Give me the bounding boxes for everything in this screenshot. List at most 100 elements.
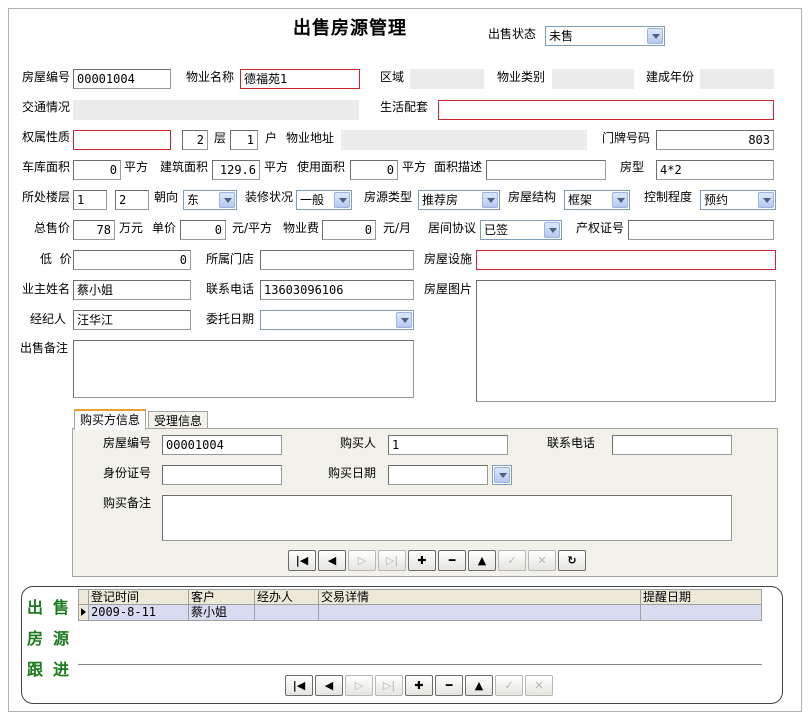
buyer-navigator: |◀ ◀ ▷ ▷| ✚ ━ ▲ ✓ ✕ ↻ (288, 550, 588, 571)
source-type-select[interactable]: 推荐房 (418, 190, 500, 210)
first-icon[interactable]: |◀ (285, 675, 313, 696)
build-year-field[interactable] (700, 69, 774, 89)
agency-select[interactable]: 已签 (480, 220, 562, 240)
house-no-field[interactable]: 00001004 (73, 69, 171, 89)
use-area-field[interactable]: 0 (350, 160, 398, 180)
layout-field[interactable]: 4*2 (656, 160, 774, 180)
delete-icon[interactable]: ━ (438, 550, 466, 571)
property-type-label: 物业类别 (497, 70, 545, 84)
structure-select[interactable]: 框架 (564, 190, 630, 210)
grid-col-handler[interactable]: 经办人 (255, 590, 319, 605)
phone-label: 联系电话 (206, 282, 254, 296)
followup-title-char: 售 (53, 594, 69, 618)
orient-select[interactable]: 东 (183, 190, 237, 210)
last-icon: ▷| (375, 675, 403, 696)
control-value: 预约 (704, 193, 728, 207)
floor-a-field[interactable]: 1 (73, 190, 107, 210)
status-select[interactable]: 未售 (545, 26, 665, 46)
life-facility-field[interactable] (438, 100, 774, 120)
status-label: 出售状态 (488, 27, 536, 41)
build-area-label: 建筑面积 (160, 160, 208, 174)
source-type-value: 推荐房 (422, 193, 458, 207)
ownership-field[interactable] (73, 130, 171, 150)
buy-date-picker[interactable] (492, 465, 512, 485)
table-row-detail[interactable] (319, 605, 641, 620)
cancel-icon: ✕ (525, 675, 553, 696)
owner-field[interactable]: 蔡小姐 (73, 280, 191, 300)
table-row-handler[interactable] (255, 605, 319, 620)
decor-label: 装修状况 (245, 190, 293, 204)
buyer-remark-box[interactable] (162, 495, 732, 541)
property-name-field[interactable]: 德福苑1 (240, 69, 360, 89)
phone-field[interactable]: 13603096106 (260, 280, 414, 300)
traffic-field[interactable] (73, 100, 359, 120)
chevron-down-icon (612, 192, 628, 208)
structure-label: 房屋结构 (508, 190, 556, 204)
store-field[interactable] (260, 250, 414, 270)
house-no-label: 房屋编号 (22, 70, 70, 84)
table-row-client[interactable]: 蔡小姐 (189, 605, 255, 620)
cert-label: 产权证号 (576, 221, 624, 235)
buyer-remark-label: 购买备注 (103, 496, 151, 510)
add-icon[interactable]: ✚ (405, 675, 433, 696)
chevron-down-icon (334, 192, 350, 208)
door-no-field[interactable]: 803 (656, 130, 774, 150)
facility-field[interactable] (476, 250, 776, 270)
chevron-down-icon (647, 28, 663, 44)
add-icon[interactable]: ✚ (408, 550, 436, 571)
tab-accept-info[interactable]: 受理信息 (148, 411, 208, 429)
floor-b-field[interactable]: 2 (115, 190, 149, 210)
unit-price-field[interactable]: 0 (180, 220, 226, 240)
control-select[interactable]: 预约 (700, 190, 776, 210)
buyer-phone-field[interactable] (612, 435, 732, 455)
buyer-id-field[interactable] (162, 465, 282, 485)
prev-icon[interactable]: ◀ (315, 675, 343, 696)
agent-field[interactable]: 汪华江 (73, 310, 191, 330)
garage-area-field[interactable]: 0 (73, 160, 121, 180)
table-row-date[interactable]: 2009-8-11 (89, 605, 189, 620)
grid-col-client[interactable]: 客户 (189, 590, 255, 605)
unit-price-label: 单价 (152, 221, 176, 235)
entrust-date-picker[interactable] (260, 310, 414, 330)
address-field[interactable] (341, 130, 587, 150)
post-icon: ✓ (495, 675, 523, 696)
photo-box[interactable] (476, 280, 776, 402)
buyer-name-field[interactable]: 1 (388, 435, 508, 455)
household-field[interactable]: 1 (230, 130, 258, 150)
next-icon: ▷ (348, 550, 376, 571)
tab-buyer-info[interactable]: 购买方信息 (74, 409, 146, 430)
area-desc-label: 面积描述 (434, 160, 482, 174)
buy-date-field[interactable] (388, 465, 488, 485)
total-price-label: 总售价 (34, 221, 70, 235)
grid-col-date[interactable]: 登记时间 (89, 590, 189, 605)
followup-title-char: 源 (53, 625, 69, 649)
grid-col-remind[interactable]: 提醒日期 (641, 590, 761, 605)
grid-col-detail[interactable]: 交易详情 (319, 590, 641, 605)
followup-title-char: 进 (53, 656, 69, 680)
table-row-remind[interactable] (641, 605, 761, 620)
delete-icon[interactable]: ━ (435, 675, 463, 696)
remark-box[interactable] (73, 340, 414, 398)
decor-select[interactable]: 一般 (296, 190, 352, 210)
total-price-field[interactable]: 78 (73, 220, 115, 240)
last-icon: ▷| (378, 550, 406, 571)
source-type-label: 房源类型 (364, 190, 412, 204)
edit-icon[interactable]: ▲ (465, 675, 493, 696)
address-label: 物业地址 (286, 131, 334, 145)
prev-icon[interactable]: ◀ (318, 550, 346, 571)
district-field[interactable] (410, 69, 484, 89)
floor-count-field[interactable]: 2 (182, 130, 208, 150)
property-type-field[interactable] (552, 69, 634, 89)
low-price-field[interactable]: 0 (73, 250, 191, 270)
edit-icon[interactable]: ▲ (468, 550, 496, 571)
mgmt-fee-field[interactable]: 0 (322, 220, 376, 240)
build-area-field[interactable]: 129.6 (212, 160, 260, 180)
refresh-icon[interactable]: ↻ (558, 550, 586, 571)
first-icon[interactable]: |◀ (288, 550, 316, 571)
buyer-house-no-field[interactable]: 00001004 (162, 435, 282, 455)
followup-grid[interactable]: 登记时间 客户 经办人 交易详情 提醒日期 2009-8-11 蔡小姐 (78, 589, 762, 621)
followup-title-char: 房 (27, 625, 43, 649)
followup-divider (78, 664, 762, 665)
area-desc-field[interactable] (486, 160, 606, 180)
cert-field[interactable] (628, 220, 774, 240)
